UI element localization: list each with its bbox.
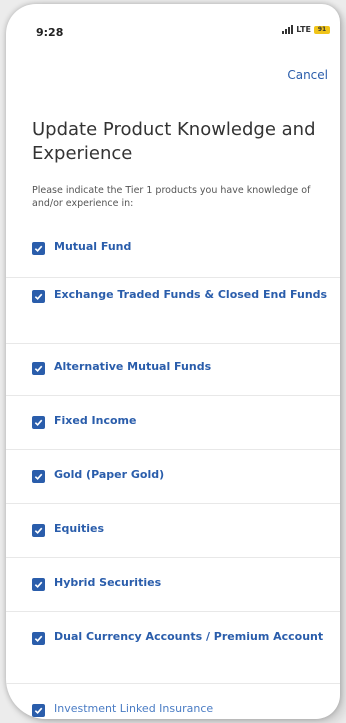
battery-icon: 91 [314, 25, 330, 34]
checkbox-checked-icon[interactable] [32, 290, 45, 303]
status-bar: 9:28 LTE 91 [6, 4, 340, 60]
product-label: Gold (Paper Gold) [54, 468, 165, 481]
product-label: Alternative Mutual Funds [54, 360, 212, 373]
checkbox-checked-icon[interactable] [32, 242, 45, 255]
product-label: Hybrid Securities [54, 576, 162, 589]
product-row-investment-linked-insurance[interactable]: Investment Linked Insurance [6, 684, 340, 719]
product-list: Mutual Fund Exchange Traded Funds & Clos… [6, 240, 340, 719]
product-row-gold[interactable]: Gold (Paper Gold) [6, 450, 340, 504]
checkbox-checked-icon[interactable] [32, 524, 45, 537]
product-row-hybrid-securities[interactable]: Hybrid Securities [6, 558, 340, 612]
checkbox-checked-icon[interactable] [32, 362, 45, 375]
network-type: LTE [296, 25, 311, 34]
product-label: Equities [54, 522, 105, 535]
product-row-fixed-income[interactable]: Fixed Income [6, 396, 340, 450]
checkbox-checked-icon[interactable] [32, 578, 45, 591]
status-indicators: LTE 91 [282, 25, 330, 34]
checkbox-checked-icon[interactable] [32, 416, 45, 429]
product-label: Dual Currency Accounts / Premium Account [54, 630, 324, 643]
product-label: Fixed Income [54, 414, 137, 427]
status-time: 9:28 [36, 26, 64, 39]
page-title: Update Product Knowledge and Experience [32, 119, 316, 164]
product-row-alternative-mutual-funds[interactable]: Alternative Mutual Funds [6, 344, 340, 396]
phone-frame: 9:28 LTE 91 Cancel Update Product Knowle… [6, 4, 340, 719]
product-row-etf[interactable]: Exchange Traded Funds & Closed End Funds [6, 278, 340, 344]
product-label: Investment Linked Insurance [54, 702, 214, 715]
product-row-mutual-fund[interactable]: Mutual Fund [6, 240, 340, 278]
product-label: Mutual Fund [54, 240, 132, 253]
signal-icon [282, 25, 294, 34]
product-row-dual-currency[interactable]: Dual Currency Accounts / Premium Account [6, 612, 340, 684]
product-row-equities[interactable]: Equities [6, 504, 340, 558]
page-subtitle: Please indicate the Tier 1 products you … [32, 185, 311, 209]
product-label: Exchange Traded Funds & Closed End Funds [54, 288, 328, 301]
checkbox-checked-icon[interactable] [32, 704, 45, 717]
checkbox-checked-icon[interactable] [32, 632, 45, 645]
cancel-button[interactable]: Cancel [287, 68, 328, 82]
checkbox-checked-icon[interactable] [32, 470, 45, 483]
